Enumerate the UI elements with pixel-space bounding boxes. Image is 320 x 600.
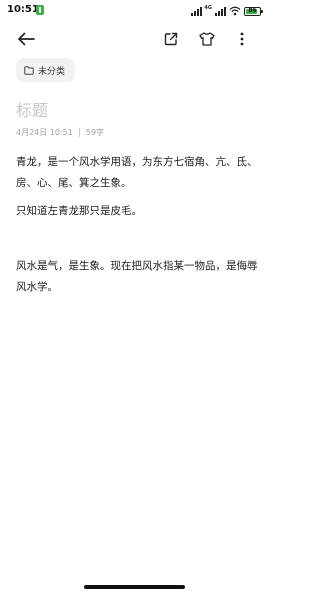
note-char-count: 59字: [85, 128, 105, 137]
shirt-icon: [199, 32, 215, 46]
note-date: 4月24日 10:51: [16, 128, 73, 137]
more-button[interactable]: [229, 26, 255, 52]
notification-badge-icon: [36, 5, 44, 15]
note-title-input[interactable]: 标题: [16, 97, 48, 121]
note-paragraph[interactable]: 青龙，是一个风水学用语，为东方七宿角、亢、氐、房、心、尾、箕之生象。: [16, 152, 259, 194]
share-out-icon: [164, 32, 178, 46]
arrow-left-icon: [18, 32, 35, 46]
more-vertical-icon: [240, 32, 244, 46]
signal-4g-tag: 4G: [204, 5, 212, 11]
meta-divider: [78, 128, 80, 137]
theme-button[interactable]: [194, 26, 220, 52]
status-icons: 4G 86: [191, 5, 263, 17]
back-button[interactable]: [13, 26, 39, 52]
cell-signal-2-icon: [215, 6, 226, 16]
note-paragraph[interactable]: 只知道左青龙那只是皮毛。: [16, 201, 259, 222]
category-chip[interactable]: 未分类: [16, 58, 76, 82]
status-bar: 10:51 4G 86: [0, 0, 269, 22]
battery-icon: 86: [244, 6, 263, 16]
note-paragraph[interactable]: 风水是气，是生象。现在把风水指某一物品，是侮辱风水学。: [16, 256, 259, 298]
home-indicator[interactable]: [84, 585, 185, 589]
battery-label: 86: [248, 6, 257, 14]
note-toolbar: [0, 26, 269, 52]
share-button[interactable]: [158, 26, 184, 52]
note-meta: 4月24日 10:51 59字: [16, 127, 104, 138]
folder-icon: [24, 65, 34, 75]
cell-signal-icon: [191, 6, 203, 16]
status-time: 10:51: [7, 4, 39, 15]
wifi-icon: [229, 6, 241, 16]
category-label: 未分类: [38, 66, 66, 77]
